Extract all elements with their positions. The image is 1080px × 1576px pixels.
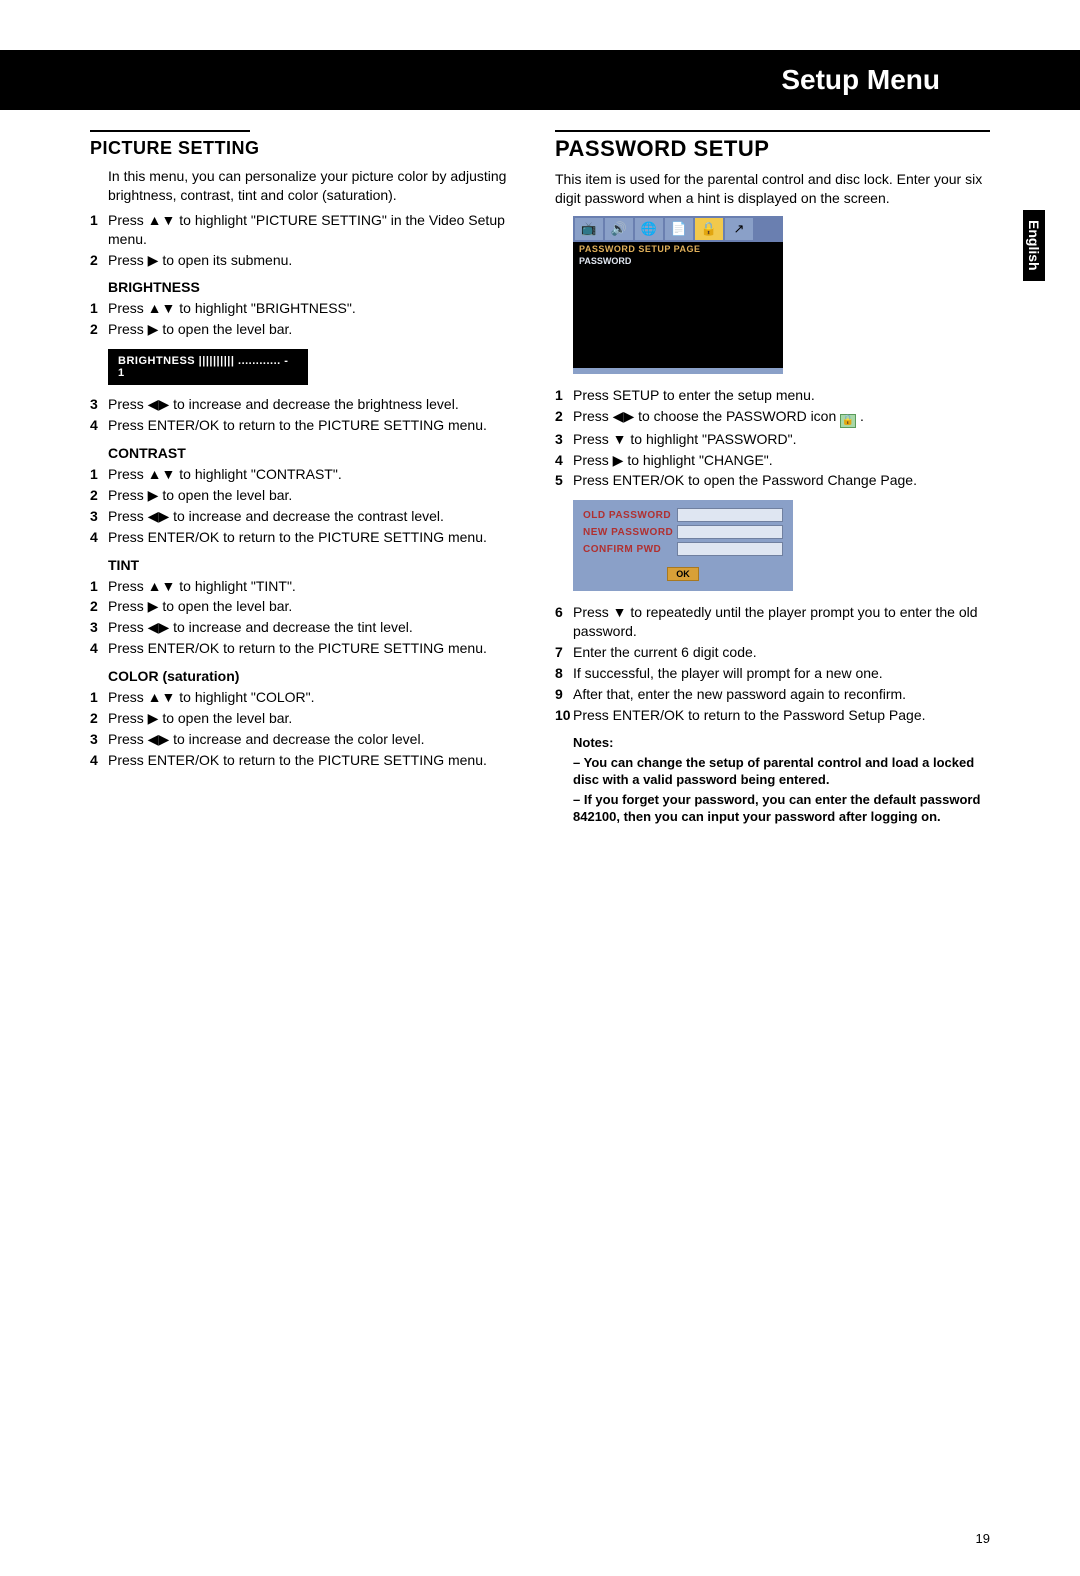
step-text: Press ▲▼ to highlight "TINT". xyxy=(108,577,525,596)
left-column: PICTURE SETTING In this menu, you can pe… xyxy=(90,130,525,828)
tv-icon: 📺 xyxy=(575,218,603,240)
new-password-row: NEW PASSWORD xyxy=(583,525,783,539)
step-text: After that, enter the new password again… xyxy=(573,685,990,704)
language-tab: English xyxy=(1023,210,1045,281)
confirm-password-row: CONFIRM PWD xyxy=(583,542,783,556)
picture-setting-heading: PICTURE SETTING xyxy=(90,138,525,159)
password-steps-b: 6Press ▼ to repeatedly until the player … xyxy=(555,603,990,724)
header-bar: Setup Menu xyxy=(0,50,1080,110)
password-setup-intro: This item is used for the parental contr… xyxy=(555,170,990,208)
contrast-heading: CONTRAST xyxy=(108,445,525,461)
picture-setting-intro: In this menu, you can personalize your p… xyxy=(108,167,525,205)
step-text: Press ENTER/OK to return to the PICTURE … xyxy=(108,751,525,770)
step-text: Press ▶ to open the level bar. xyxy=(108,709,525,728)
step-text: Press ▲▼ to highlight "CONTRAST". xyxy=(108,465,525,484)
new-password-field[interactable] xyxy=(677,525,783,539)
right-column: PASSWORD SETUP This item is used for the… xyxy=(555,130,990,828)
lock-icon: 🔒 xyxy=(695,218,723,240)
step-text: Press ◀▶ to increase and decrease the co… xyxy=(108,507,525,526)
step-text: Press SETUP to enter the setup menu. xyxy=(573,386,990,405)
page-title: Setup Menu xyxy=(781,64,940,96)
tint-steps: 1Press ▲▼ to highlight "TINT". 2Press ▶ … xyxy=(90,577,525,659)
brightness-heading: BRIGHTNESS xyxy=(108,279,525,295)
picture-steps-top: 1Press ▲▼ to highlight "PICTURE SETTING"… xyxy=(90,211,525,270)
step-text: Press ▶ to open the level bar. xyxy=(108,486,525,505)
globe-icon: 🌐 xyxy=(635,218,663,240)
page-number: 19 xyxy=(976,1531,990,1546)
step-text: Press ▲▼ to highlight "COLOR". xyxy=(108,688,525,707)
old-password-row: OLD PASSWORD xyxy=(583,508,783,522)
color-heading: COLOR (saturation) xyxy=(108,668,525,684)
step-text: Press ▶ to open its submenu. xyxy=(108,251,525,270)
osd-icon-row: 📺 🔊 🌐 📄 🔒 ↗ xyxy=(573,216,783,242)
list-icon: 📄 xyxy=(665,218,693,240)
note-1: – You can change the setup of parental c… xyxy=(573,754,990,789)
step-text: Press ▼ to repeatedly until the player p… xyxy=(573,603,990,641)
step-text: Press ▶ to highlight "CHANGE". xyxy=(573,451,990,470)
lock-inline-icon: 🔒 xyxy=(840,414,856,428)
step-text: Press ENTER/OK to open the Password Chan… xyxy=(573,471,990,490)
exit-icon: ↗ xyxy=(725,218,753,240)
step-text: Press ◀▶ to increase and decrease the ti… xyxy=(108,618,525,637)
speaker-icon: 🔊 xyxy=(605,218,633,240)
step-text: If successful, the player will prompt fo… xyxy=(573,664,990,683)
confirm-password-field[interactable] xyxy=(677,542,783,556)
new-password-label: NEW PASSWORD xyxy=(583,527,677,538)
osd-body xyxy=(573,268,783,368)
osd-row-password: PASSWORD xyxy=(573,256,783,268)
step-text: Press ◀▶ to increase and decrease the br… xyxy=(108,395,525,414)
brightness-steps-a: 1Press ▲▼ to highlight "BRIGHTNESS". 2Pr… xyxy=(90,299,525,339)
step-text: Press ▲▼ to highlight "PICTURE SETTING" … xyxy=(108,211,525,249)
ok-button[interactable]: OK xyxy=(667,567,699,581)
password-change-dialog: OLD PASSWORD NEW PASSWORD CONFIRM PWD OK xyxy=(573,500,793,591)
step-text: Press ENTER/OK to return to the PICTURE … xyxy=(108,528,525,547)
step-text: Press ENTER/OK to return to the Password… xyxy=(573,706,990,725)
password-setup-heading: PASSWORD SETUP xyxy=(555,130,990,162)
brightness-steps-b: 3Press ◀▶ to increase and decrease the b… xyxy=(90,395,525,435)
tint-heading: TINT xyxy=(108,557,525,573)
step-text: Press ◀▶ to increase and decrease the co… xyxy=(108,730,525,749)
osd-title: PASSWORD SETUP PAGE xyxy=(573,242,783,256)
step-text: Press ▶ to open the level bar. xyxy=(108,597,525,616)
step-text: Press ◀▶ to choose the PASSWORD icon 🔒 . xyxy=(573,407,990,428)
step-text: Press ▲▼ to highlight "BRIGHTNESS". xyxy=(108,299,525,318)
step-text: Press ▼ to highlight "PASSWORD". xyxy=(573,430,990,449)
step-text: Enter the current 6 digit code. xyxy=(573,643,990,662)
step-text: Press ENTER/OK to return to the PICTURE … xyxy=(108,416,525,435)
color-steps: 1Press ▲▼ to highlight "COLOR". 2Press ▶… xyxy=(90,688,525,770)
confirm-password-label: CONFIRM PWD xyxy=(583,544,677,555)
notes-heading: Notes: xyxy=(573,735,990,750)
old-password-field[interactable] xyxy=(677,508,783,522)
old-password-label: OLD PASSWORD xyxy=(583,510,677,521)
step-text: Press ENTER/OK to return to the PICTURE … xyxy=(108,639,525,658)
step-text: Press ▶ to open the level bar. xyxy=(108,320,525,339)
osd-password-menu: 📺 🔊 🌐 📄 🔒 ↗ PASSWORD SETUP PAGE PASSWORD xyxy=(573,216,783,374)
ok-row: OK xyxy=(583,564,783,581)
password-steps-a: 1Press SETUP to enter the setup menu. 2P… xyxy=(555,386,990,491)
note-2: – If you forget your password, you can e… xyxy=(573,791,990,826)
contrast-steps: 1Press ▲▼ to highlight "CONTRAST". 2Pres… xyxy=(90,465,525,547)
rule xyxy=(90,130,250,132)
brightness-level-bar: BRIGHTNESS |||||||||| ............ - 1 xyxy=(108,349,308,385)
